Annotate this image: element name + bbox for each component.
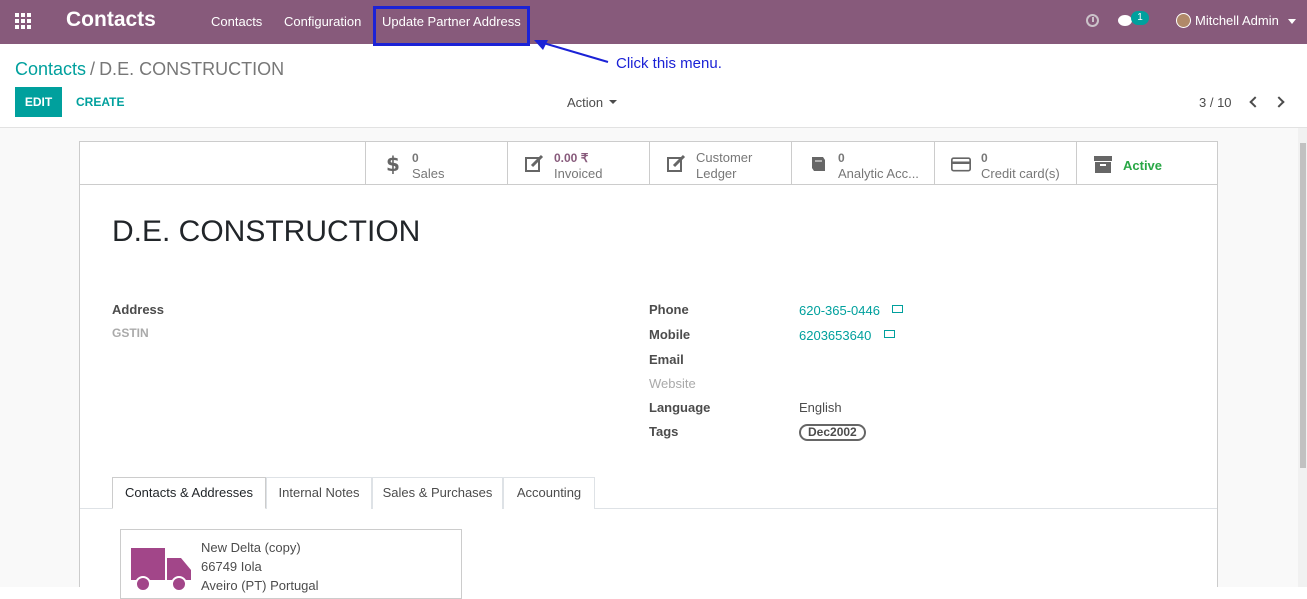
tag-badge[interactable]: Dec2002: [799, 424, 866, 441]
sales-smart-button[interactable]: $ 0 Sales: [365, 142, 507, 185]
analytic-label: Analytic Acc...: [838, 166, 919, 181]
user-avatar[interactable]: [1176, 13, 1191, 28]
email-label: Email: [649, 352, 684, 367]
pager-previous-icon[interactable]: [1249, 96, 1261, 108]
caret-down-icon: [609, 100, 618, 104]
app-title[interactable]: Contacts: [66, 8, 156, 32]
annotation-text: Click this menu.: [616, 55, 722, 72]
invoiced-amount: 0.00 ₹: [554, 151, 589, 165]
dollar-icon: $: [386, 154, 400, 174]
contact-card-name: New Delta (copy): [201, 540, 301, 555]
top-navbar: Contacts Contacts Configuration Update P…: [0, 0, 1307, 44]
pencil-square-icon: [525, 154, 544, 172]
tab-internal-notes[interactable]: Internal Notes: [266, 477, 372, 509]
svg-text:$: $: [386, 154, 400, 174]
sales-count: 0: [412, 151, 419, 165]
chat-icon[interactable]: [1118, 15, 1132, 26]
analytic-count: 0: [838, 151, 845, 165]
tab-accounting[interactable]: Accounting: [503, 477, 595, 509]
mobile-value[interactable]: 6203653640: [799, 328, 871, 343]
breadcrumb-current: D.E. CONSTRUCTION: [99, 59, 285, 79]
customer-ledger-line1: Customer: [696, 150, 753, 165]
highlight-rectangle: [373, 6, 530, 46]
customer-ledger-line2: Ledger: [696, 166, 737, 181]
pager-next-icon[interactable]: [1273, 96, 1285, 108]
tab-contacts-addresses[interactable]: Contacts & Addresses: [112, 477, 266, 509]
invoiced-label: Invoiced: [554, 166, 603, 181]
menu-contacts[interactable]: Contacts: [211, 14, 262, 29]
breadcrumb-separator: /: [90, 59, 96, 79]
annotation-arrow-icon: [534, 40, 609, 63]
credit-card-label: Credit card(s): [981, 166, 1060, 181]
caret-down-icon[interactable]: [1288, 19, 1296, 24]
website-label: Website: [649, 376, 696, 391]
contact-card[interactable]: New Delta (copy) 66749 Iola Aveiro (PT) …: [120, 529, 462, 599]
scrollbar-thumb[interactable]: [1300, 143, 1306, 468]
create-button[interactable]: CREATE: [76, 95, 124, 109]
phone-label: Phone: [649, 302, 689, 317]
archive-icon: [1094, 156, 1112, 173]
action-label: Action: [567, 95, 604, 110]
address-label: Address: [112, 302, 165, 317]
edit-button[interactable]: EDIT: [15, 87, 62, 117]
credit-cards-smart-button[interactable]: 0 Credit card(s): [934, 142, 1076, 185]
apps-grid-icon[interactable]: [15, 13, 33, 31]
language-label: Language: [649, 400, 711, 415]
contact-card-city: 66749 Iola: [201, 559, 262, 574]
menu-configuration[interactable]: Configuration: [284, 14, 361, 29]
sms-envelope-icon[interactable]: [884, 330, 895, 338]
activity-clock-icon[interactable]: [1086, 14, 1099, 27]
breadcrumb-contacts-link[interactable]: Contacts: [15, 59, 86, 79]
book-icon: [812, 157, 825, 171]
phone-value[interactable]: 620-365-0446: [799, 303, 880, 318]
tags-label: Tags: [649, 424, 679, 439]
breadcrumb: Contacts / D.E. CONSTRUCTION: [15, 59, 284, 80]
pencil-square-icon: [667, 154, 686, 172]
chat-count-badge: 1: [1131, 11, 1149, 25]
language-value: English: [799, 400, 842, 415]
truck-icon: [131, 548, 191, 592]
smart-button-bar: $ 0 Sales 0.00 ₹ Invoiced Customer Ledge…: [80, 142, 1217, 185]
action-dropdown[interactable]: Action: [567, 95, 618, 110]
sms-envelope-icon[interactable]: [892, 305, 903, 313]
invoiced-smart-button[interactable]: 0.00 ₹ Invoiced: [507, 142, 649, 185]
credit-card-count: 0: [981, 151, 988, 165]
user-menu[interactable]: Mitchell Admin: [1195, 13, 1279, 28]
contact-card-country: Aveiro (PT) Portugal: [201, 578, 319, 593]
active-label: Active: [1123, 158, 1163, 173]
partner-name: D.E. CONSTRUCTION: [112, 215, 421, 248]
active-toggle-button[interactable]: Active: [1076, 142, 1218, 185]
gstin-label: GSTIN: [112, 326, 149, 340]
credit-card-icon: [951, 157, 971, 172]
tab-sales-purchases[interactable]: Sales & Purchases: [372, 477, 503, 509]
customer-ledger-smart-button[interactable]: Customer Ledger: [649, 142, 791, 185]
analytic-accounts-smart-button[interactable]: 0 Analytic Acc...: [791, 142, 933, 185]
mobile-label: Mobile: [649, 327, 691, 342]
form-sheet: $ 0 Sales 0.00 ₹ Invoiced Customer Ledge…: [79, 141, 1218, 599]
pager-value[interactable]: 3 / 10: [1199, 95, 1232, 110]
sales-label: Sales: [412, 166, 445, 181]
